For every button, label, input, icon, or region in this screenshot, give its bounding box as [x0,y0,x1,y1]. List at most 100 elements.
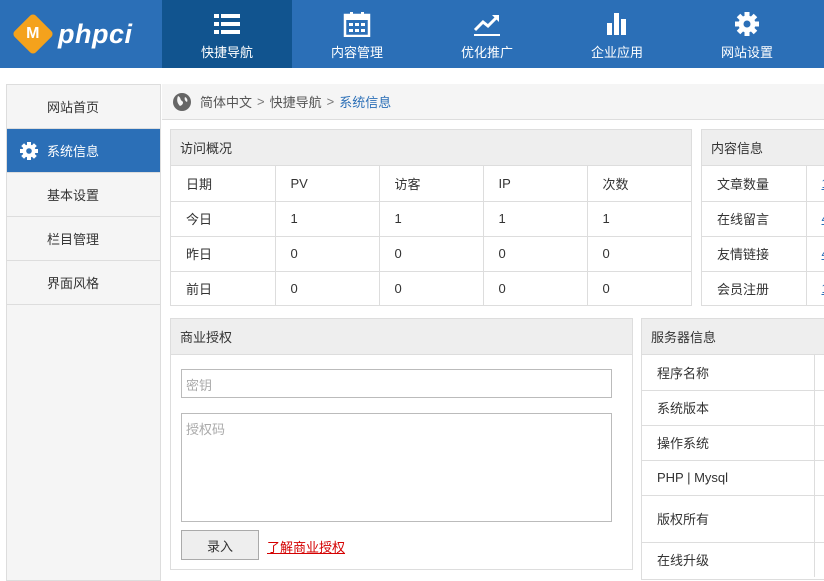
table-cell: 今日 [171,201,276,237]
table-row: 友情链接 4 [702,236,824,272]
license-panel-title: 商业授权 [171,319,632,355]
table-cell [814,390,824,426]
sidebar-item-theme[interactable]: 界面风格 [7,261,160,305]
table-cell: 1 [379,201,484,237]
table-cell: 系统版本 [642,390,815,426]
table-cell [815,542,824,577]
table-cell: 1 [483,201,588,237]
breadcrumb-separator: > [257,94,265,109]
logo-text: phpci [58,18,133,49]
topnav-quick-nav[interactable]: 快捷导航 [162,0,292,68]
table-header-cell: IP [483,166,588,202]
sidebar-item-label: 栏目管理 [47,232,100,247]
table-cell: 会员注册 [702,271,807,306]
table-cell [814,425,824,461]
topnav-site-settings[interactable]: 网站设置 [682,0,812,68]
table-cell: 版权所有 [642,495,815,543]
table-cell: 4 [806,236,824,272]
table-cell: 0 [379,271,484,306]
table-cell: 0 [379,236,484,272]
sidebar-item-label: 界面风格 [47,276,100,291]
table-row: 前日 0 0 0 0 [171,271,691,306]
license-submit-button[interactable]: 录入 [181,530,259,560]
list-icon [214,14,240,34]
breadcrumb: 简体中文 > 快捷导航 > 系统信息 [162,84,824,120]
server-info-table: 程序名称 系统版本 操作系统 PHP | Mysql 版权所有 在线升级 [642,355,824,577]
table-cell [814,355,824,391]
license-key-input[interactable]: 密钥 [181,369,612,398]
table-cell: 1 [806,271,824,306]
table-row: PHP | Mysql [642,460,824,496]
table-cell: 前日 [171,271,276,306]
globe-icon [173,92,191,111]
visits-table: 日期 PV 访客 IP 次数 今日 1 1 1 1 昨日 0 0 0 0 前日 … [171,166,691,306]
table-cell: 0 [275,236,380,272]
topnav-label: 快捷导航 [200,45,253,60]
table-cell: 4 [806,201,824,237]
table-cell: 操作系统 [642,425,815,461]
sidebar: 网站首页 系统信息 基本设置 栏目管理 界面风格 [6,84,161,581]
table-cell: PHP | Mysql [642,460,815,496]
table-header-cell: PV [275,166,380,202]
table-cell: 昨日 [171,236,276,272]
table-header-cell: 日期 [171,166,276,202]
table-cell [814,495,824,543]
gear-icon [735,12,759,36]
topnav-enterprise[interactable]: 企业应用 [552,0,682,68]
topnav-promotion[interactable]: 优化推广 [422,0,552,68]
table-header-cell: 访客 [379,166,484,202]
top-navigation-bar: M phpci 快捷导航 内容管理 优化推广 企业应用 网站设置 [0,0,824,68]
topnav-content[interactable]: 内容管理 [292,0,422,68]
calendar-icon [343,12,371,37]
table-row: 文章数量 1 [702,166,824,202]
sidebar-item-basic-settings[interactable]: 基本设置 [7,173,160,217]
bar-chart-icon [607,13,626,35]
server-info-title: 服务器信息 [642,319,824,355]
table-row: 在线留言 4 [702,201,824,237]
table-row: 会员注册 1 [702,271,824,306]
topnav-label: 网站设置 [720,45,773,60]
table-cell: 0 [602,281,610,297]
table-cell: 友情链接 [702,236,807,272]
sidebar-item-system-info[interactable]: 系统信息 [7,129,160,173]
table-row: 版权所有 [642,495,824,543]
table-row: 系统版本 [642,390,824,426]
table-header-row: 日期 PV 访客 IP 次数 [171,166,691,202]
content-info-title: 内容信息 [702,130,824,166]
top-nav-menu: 快捷导航 内容管理 优化推广 企业应用 网站设置 [162,0,812,68]
topnav-label: 企业应用 [590,45,643,60]
content-info-table: 文章数量 1 在线留言 4 友情链接 4 会员注册 1 [702,166,824,306]
table-cell: 1 [806,166,824,202]
breadcrumb-language[interactable]: 简体中文 [200,92,252,111]
table-row: 操作系统 [642,425,824,461]
table-cell: 1 [587,201,691,237]
table-row: 程序名称 [642,355,824,391]
table-cell: 0 [587,236,691,272]
trend-icon [473,14,500,36]
sidebar-item-home[interactable]: 网站首页 [7,85,160,129]
table-row: 今日 1 1 1 1 [171,201,691,237]
sidebar-item-label: 网站首页 [47,100,100,115]
table-row: 在线升级 [642,542,824,577]
topnav-label: 内容管理 [330,45,383,60]
sidebar-item-label: 系统信息 [47,144,100,159]
sidebar-item-label: 基本设置 [47,188,100,203]
table-header-cell: 次数 [587,166,691,202]
server-info-panel: 服务器信息 程序名称 系统版本 操作系统 PHP | Mysql 版权所有 在线… [641,318,824,580]
table-cell: 程序名称 [642,355,815,391]
table-cell: 0 [483,271,588,306]
license-panel: 商业授权 密钥 授权码 录入 了解商业授权 [170,318,633,570]
gear-icon [20,142,38,160]
breadcrumb-quick-nav[interactable]: 快捷导航 [270,92,322,111]
license-code-textarea[interactable]: 授权码 [181,413,612,522]
breadcrumb-separator: > [326,94,335,109]
learn-license-link[interactable]: 了解商业授权 [267,537,345,556]
logo[interactable]: M phpci [11,12,133,56]
table-cell [814,460,824,496]
topnav-label: 优化推广 [460,45,513,60]
table-cell: 文章数量 [702,166,807,202]
visits-panel-title: 访问概况 [171,130,691,166]
visits-panel: 访问概况 日期 PV 访客 IP 次数 今日 1 1 1 1 昨日 0 0 0 … [170,129,692,306]
breadcrumb-current: 系统信息 [339,95,392,110]
sidebar-item-columns[interactable]: 栏目管理 [7,217,160,261]
